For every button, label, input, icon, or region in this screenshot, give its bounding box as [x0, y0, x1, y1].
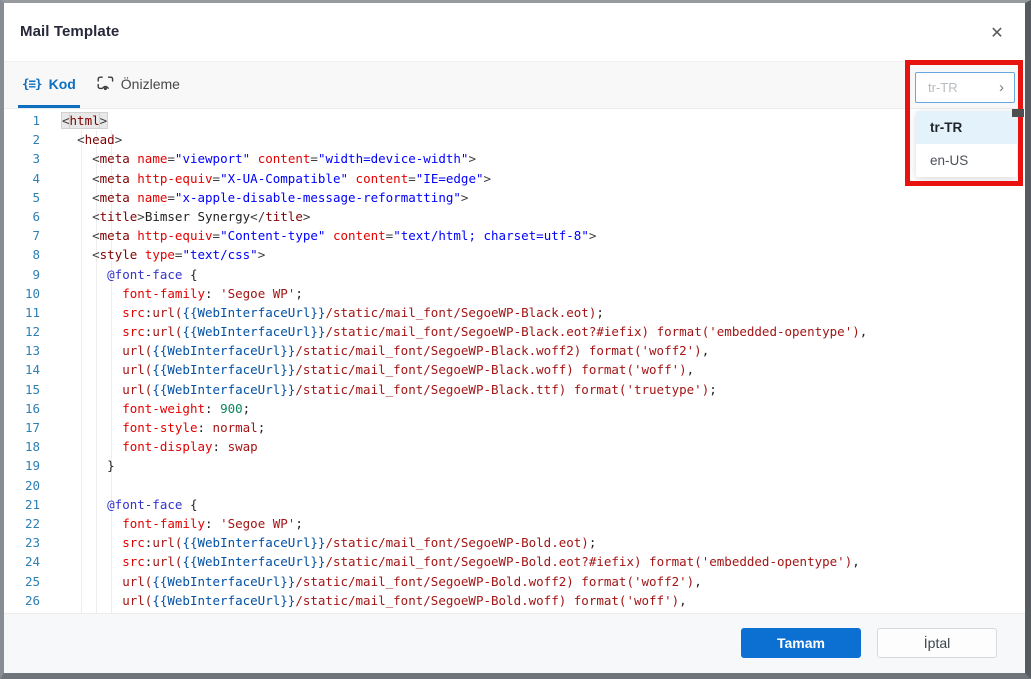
cancel-button[interactable]: İptal [877, 628, 997, 658]
code-line: 21 @font-face { [4, 495, 1025, 514]
tab-bar: {≡} Kod Önizleme [18, 62, 197, 108]
code-line: 3 <meta name="viewport" content="width=d… [4, 149, 1025, 168]
mail-template-dialog: Mail Template ✕ {≡} Kod Önizleme 1 <html… [0, 0, 1031, 679]
line-number: 16 [24, 400, 40, 416]
line-number: 2 [32, 132, 40, 148]
line-number: 1 [32, 113, 40, 128]
code-braces-icon: {≡} [22, 76, 43, 91]
code-line: 12 src:url({{WebInterfaceUrl}}/static/ma… [4, 322, 1025, 341]
line-number: 18 [24, 439, 40, 455]
line-number: 21 [24, 496, 40, 512]
code-line: 23 src:url({{WebInterfaceUrl}}/static/ma… [4, 533, 1025, 552]
line-number: 7 [32, 228, 40, 244]
line-number: 14 [24, 362, 40, 378]
tab-kod-label: Kod [48, 75, 76, 92]
dropdown-option-label: tr-TR [930, 120, 963, 135]
editor-toolbar: {≡} Kod Önizleme [4, 62, 1025, 109]
line-number: 5 [32, 189, 40, 205]
code-line: 5 <meta name="x-apple-disable-message-re… [4, 188, 1025, 207]
code-editor[interactable]: 1 <html> 2 <head> 3 <meta name="viewport" c… [4, 109, 1025, 613]
code-line: 11 src:url({{WebInterfaceUrl}}/static/ma… [4, 303, 1025, 322]
code-line: 17 font-style: normal; [4, 418, 1025, 437]
code-line: 19 } [4, 456, 1025, 475]
line-number: 23 [24, 535, 40, 551]
code-line: 4 <meta http-equiv="X-UA-Compatible" con… [4, 169, 1025, 188]
code-line: 2 <head> [4, 130, 1025, 149]
chevron-right-icon: › [999, 79, 1004, 96]
dropdown-option-label: en-US [930, 153, 969, 168]
code-line: 8 <style type="text/css"> [4, 245, 1025, 264]
dialog-title: Mail Template [20, 23, 120, 40]
line-number: 8 [32, 247, 40, 263]
line-number: 12 [24, 324, 40, 340]
line-number: 20 [24, 477, 40, 493]
code-line: 13 url({{WebInterfaceUrl}}/static/mail_f… [4, 341, 1025, 360]
line-number: 9 [32, 266, 40, 282]
line-number: 15 [24, 381, 40, 397]
code-lines: 1 <html> 2 <head> 3 <meta name="viewport" c… [4, 111, 1025, 613]
line-number: 27 [4, 610, 58, 613]
dropdown-option-tr-TR[interactable]: tr-TR [916, 111, 1017, 144]
code-line: 27 url({{WebInterfaceUrl}}/static/mail_f… [4, 610, 1025, 613]
code-line: 7 <meta http-equiv="Content-type" conten… [4, 226, 1025, 245]
ok-button[interactable]: Tamam [741, 628, 861, 658]
line-number: 13 [24, 343, 40, 359]
preview-eye-icon [97, 76, 114, 92]
line-number: 6 [32, 208, 40, 224]
code-line: 16 font-weight: 900; [4, 399, 1025, 418]
dialog-footer: Tamam İptal [4, 613, 1025, 673]
code-line: 14 url({{WebInterfaceUrl}}/static/mail_f… [4, 360, 1025, 379]
code-line: 24 src:url({{WebInterfaceUrl}}/static/ma… [4, 552, 1025, 571]
line-number: 25 [24, 573, 40, 589]
line-number: 3 [32, 151, 40, 167]
line-number: 19 [24, 458, 40, 474]
line-number: 4 [32, 170, 40, 186]
code-line: 9 @font-face { [4, 265, 1025, 284]
line-number: 22 [24, 515, 40, 531]
code-line: 22 font-family: 'Segoe WP'; [4, 514, 1025, 533]
tab-kod[interactable]: {≡} Kod [18, 62, 80, 108]
tab-onizleme-label: Önizleme [120, 75, 180, 92]
code-line: 20 [4, 476, 1025, 495]
code-line: 6 <title>Bimser Synergy</title> [4, 207, 1025, 226]
locale-select[interactable]: tr-TR › [915, 72, 1015, 103]
code-line: 10 font-family: 'Segoe WP'; [4, 284, 1025, 303]
editor-scrollbar-thumb[interactable] [1012, 109, 1024, 117]
code-line: 18 font-display: swap [4, 437, 1025, 456]
tab-onizleme[interactable]: Önizleme [93, 62, 184, 108]
dialog-header: Mail Template ✕ [4, 3, 1025, 62]
code-line: 25 url({{WebInterfaceUrl}}/static/mail_f… [4, 572, 1025, 591]
locale-dropdown: tr-TR en-US [916, 111, 1017, 177]
line-number: 17 [24, 420, 40, 435]
code-line: 15 url({{WebInterfaceUrl}}/static/mail_f… [4, 380, 1025, 399]
locale-select-value: tr-TR [928, 80, 958, 95]
line-number: 26 [24, 592, 40, 608]
line-number: 24 [24, 554, 40, 570]
close-icon[interactable]: ✕ [985, 21, 1009, 45]
code-line: 1 <html> [4, 111, 1025, 130]
line-number: 10 [24, 285, 40, 301]
code-line: 26 url({{WebInterfaceUrl}}/static/mail_f… [4, 591, 1025, 610]
line-number: 11 [24, 304, 40, 320]
dropdown-option-en-US[interactable]: en-US [916, 144, 1017, 177]
